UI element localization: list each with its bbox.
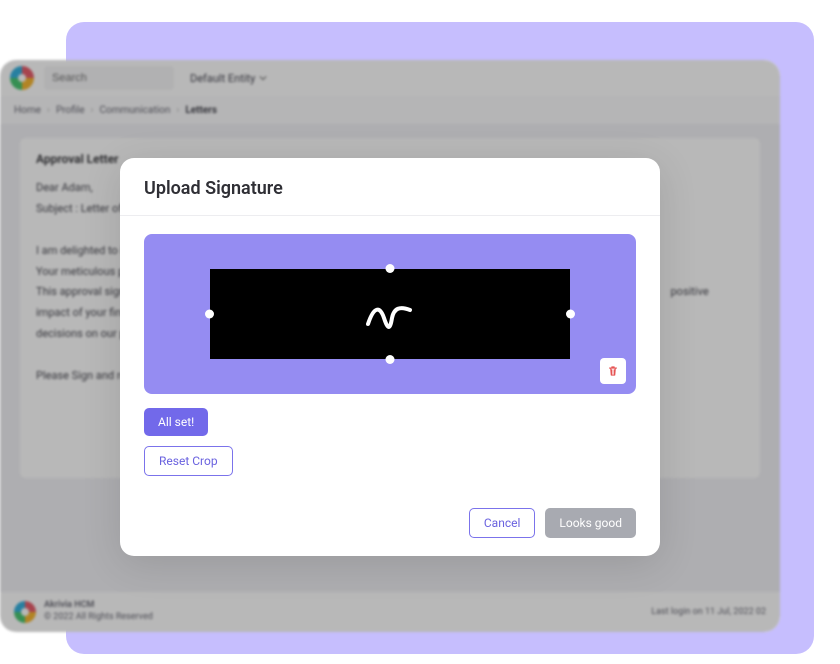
- footer-meta: Akrivia HCM © 2022 All Rights Reserved: [44, 600, 153, 623]
- modal-actions-top: All set! Reset Crop: [144, 408, 636, 476]
- reset-crop-button[interactable]: Reset Crop: [144, 446, 233, 476]
- entity-label: Default Entity: [190, 72, 255, 85]
- breadcrumb-item[interactable]: Home: [14, 105, 41, 116]
- looks-good-button[interactable]: Looks good: [545, 508, 636, 538]
- search-wrapper: [44, 66, 174, 90]
- breadcrumb: Home › Profile › Communication › Letters: [0, 96, 780, 124]
- signature-preview[interactable]: [210, 269, 570, 359]
- delete-signature-button[interactable]: [600, 358, 626, 384]
- trash-icon: [606, 364, 620, 378]
- modal-divider: [120, 215, 660, 216]
- entity-selector[interactable]: Default Entity: [190, 72, 267, 85]
- footer-logo: [14, 601, 36, 623]
- signature-crop-area[interactable]: [144, 234, 636, 394]
- crop-handle-left[interactable]: [205, 310, 214, 319]
- cancel-button[interactable]: Cancel: [469, 508, 536, 538]
- search-input[interactable]: [52, 72, 166, 84]
- crop-handle-top[interactable]: [386, 264, 395, 273]
- breadcrumb-separator: ›: [176, 105, 179, 116]
- breadcrumb-item[interactable]: Profile: [56, 105, 85, 116]
- breadcrumb-item[interactable]: Communication: [100, 105, 171, 116]
- footer: Akrivia HCM © 2022 All Rights Reserved L…: [0, 592, 780, 632]
- chevron-down-icon: [259, 74, 267, 82]
- breadcrumb-separator: ›: [91, 105, 94, 116]
- footer-brand: Akrivia HCM: [44, 600, 153, 612]
- modal-footer: Cancel Looks good: [144, 508, 636, 538]
- topbar: Default Entity: [0, 60, 780, 96]
- signature-mark-icon: [360, 294, 420, 334]
- breadcrumb-separator: ›: [47, 105, 50, 116]
- footer-rights: © 2022 All Rights Reserved: [44, 612, 153, 624]
- footer-last-login: Last login on 11 Jul, 2022 02: [651, 607, 766, 617]
- all-set-button[interactable]: All set!: [144, 408, 208, 436]
- breadcrumb-current: Letters: [185, 105, 217, 116]
- crop-handle-bottom[interactable]: [386, 355, 395, 364]
- crop-handle-right[interactable]: [566, 310, 575, 319]
- upload-signature-modal: Upload Signature All set! Reset Crop Can…: [120, 158, 660, 556]
- brand-logo: [10, 66, 34, 90]
- modal-title: Upload Signature: [144, 178, 636, 199]
